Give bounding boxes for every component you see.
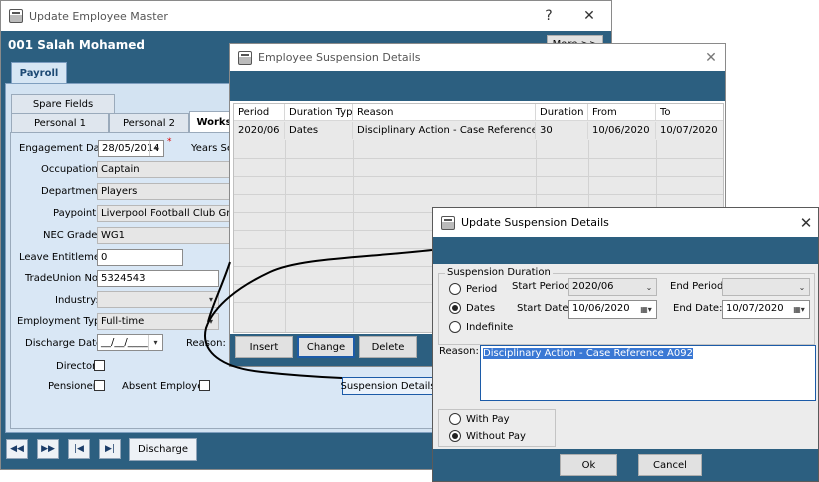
annotation-curve <box>207 261 231 323</box>
annotation-curve <box>204 249 433 379</box>
annotation-connector-line <box>204 249 433 379</box>
